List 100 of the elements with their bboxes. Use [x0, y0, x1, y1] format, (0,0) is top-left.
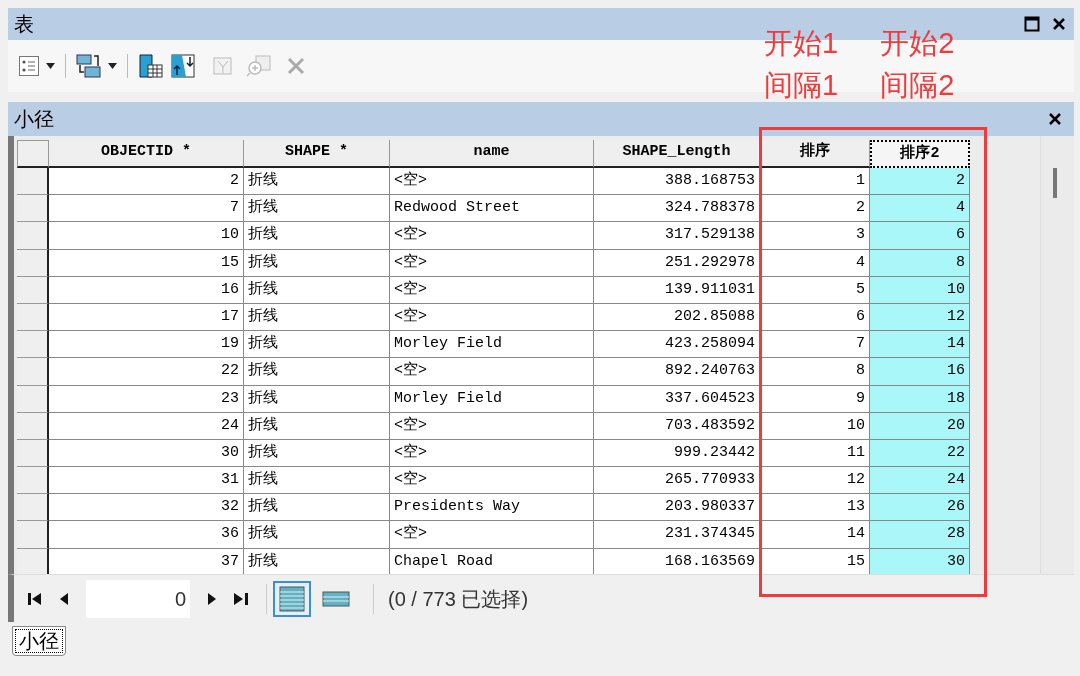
clear-selection-icon: [212, 55, 234, 77]
table-cell: 703.483592: [594, 412, 760, 440]
row-selector[interactable]: [17, 222, 49, 250]
close-icon[interactable]: [1052, 17, 1066, 31]
table-cell: 28: [870, 521, 970, 549]
table-cell: Morley Field: [390, 331, 594, 359]
record-number-field[interactable]: 0: [86, 579, 190, 618]
last-record-icon[interactable]: [234, 592, 248, 605]
window-title: 表: [14, 12, 34, 37]
table-cell: 31: [49, 467, 244, 495]
table-cell: 15: [49, 249, 244, 277]
delete-icon: [286, 56, 306, 76]
table-cell: 892.240763: [594, 358, 760, 386]
table-cell: 388.168753: [594, 168, 760, 196]
table-cell: 折线: [244, 222, 390, 250]
corner-header[interactable]: [17, 140, 49, 168]
table-cell: <空>: [390, 467, 594, 495]
table-cell: 2: [49, 168, 244, 196]
column-header[interactable]: OBJECTID *: [49, 140, 244, 168]
row-selector[interactable]: [17, 385, 49, 413]
table-cell: <空>: [390, 222, 594, 250]
table-cell: 折线: [244, 358, 390, 386]
column-header[interactable]: 排序2: [870, 140, 970, 168]
table-cell: 22: [49, 358, 244, 386]
previous-record-icon[interactable]: [60, 592, 68, 605]
row-selector[interactable]: [17, 303, 49, 332]
table-cell: 9: [760, 385, 870, 413]
table-cell: 折线: [244, 548, 390, 574]
table-cell: 324.788378: [594, 195, 760, 223]
restore-icon[interactable]: [1024, 16, 1040, 32]
table-cell: 10: [49, 222, 244, 250]
table-cell: 30: [49, 439, 244, 468]
first-record-icon[interactable]: [28, 592, 42, 605]
table-cell: <空>: [390, 358, 594, 386]
related-tables-icon[interactable]: [76, 54, 102, 78]
row-selector[interactable]: [17, 412, 49, 440]
row-selector[interactable]: [17, 249, 49, 277]
options-list-icon[interactable]: [18, 55, 40, 77]
table-cell: 折线: [244, 521, 390, 549]
annotation-label: 开始2: [880, 26, 955, 60]
table-cell: 19: [49, 331, 244, 359]
table-cell: Chapel Road: [390, 548, 594, 574]
table-cell: 折线: [244, 249, 390, 277]
row-selector[interactable]: [17, 168, 49, 196]
table-cell: 22: [870, 439, 970, 468]
zoom-to-selected-icon: [246, 54, 272, 78]
row-selector[interactable]: [17, 276, 49, 304]
switch-selection-icon[interactable]: [170, 53, 196, 79]
table-cell: 折线: [244, 195, 390, 223]
table-cell: 6: [760, 303, 870, 332]
table-rows-icon: [322, 590, 350, 607]
table-cell: 7: [49, 195, 244, 223]
close-icon[interactable]: [1048, 112, 1062, 126]
table-cell: 231.374345: [594, 521, 760, 549]
table-cell: 4: [870, 195, 970, 223]
row-selector[interactable]: [17, 439, 49, 468]
table-cell: 251.292978: [594, 249, 760, 277]
caret-icon[interactable]: [46, 63, 55, 69]
table-cell: 13: [760, 494, 870, 522]
table-cell: <空>: [390, 412, 594, 440]
column-header[interactable]: 排序: [760, 140, 870, 168]
table-cell: 20: [870, 412, 970, 440]
table-cell: 1: [760, 168, 870, 196]
table-cell: 18: [870, 385, 970, 413]
table-cell: 37: [49, 548, 244, 574]
row-selector[interactable]: [17, 195, 49, 223]
row-selector[interactable]: [17, 467, 49, 495]
table-cell: 8: [870, 249, 970, 277]
row-selector[interactable]: [17, 521, 49, 549]
row-selector[interactable]: [17, 331, 49, 359]
row-selector[interactable]: [17, 494, 49, 522]
table-cell: 203.980337: [594, 494, 760, 522]
table-cell: 17: [49, 303, 244, 332]
table-cell: 26: [870, 494, 970, 522]
table-cell: 折线: [244, 439, 390, 468]
annotation-label: 开始1: [764, 26, 839, 60]
table-cell: 10: [870, 276, 970, 304]
table-cell: 265.770933: [594, 467, 760, 495]
table-cell: <空>: [390, 303, 594, 332]
table-cell: 折线: [244, 412, 390, 440]
table-cell: 32: [49, 494, 244, 522]
scrollbar-thumb[interactable]: [1053, 168, 1057, 198]
table-cell: 14: [870, 331, 970, 359]
select-by-attributes-icon[interactable]: [138, 53, 164, 79]
caret-icon[interactable]: [108, 63, 117, 69]
table-cell: 16: [49, 276, 244, 304]
show-all-records-button[interactable]: [273, 580, 311, 617]
table-cell: 7: [760, 331, 870, 359]
layer-tab[interactable]: 小径: [12, 626, 66, 656]
table-cell: 6: [870, 222, 970, 250]
next-record-icon[interactable]: [208, 592, 216, 605]
table-cell: <空>: [390, 439, 594, 468]
table-cell: 15: [760, 548, 870, 574]
table-cell: 12: [870, 303, 970, 332]
table-cell: 折线: [244, 385, 390, 413]
row-selector[interactable]: [17, 358, 49, 386]
column-header[interactable]: SHAPE *: [244, 140, 390, 168]
column-header[interactable]: name: [390, 140, 594, 168]
table-cell: 5: [760, 276, 870, 304]
table-cell: <空>: [390, 168, 594, 196]
